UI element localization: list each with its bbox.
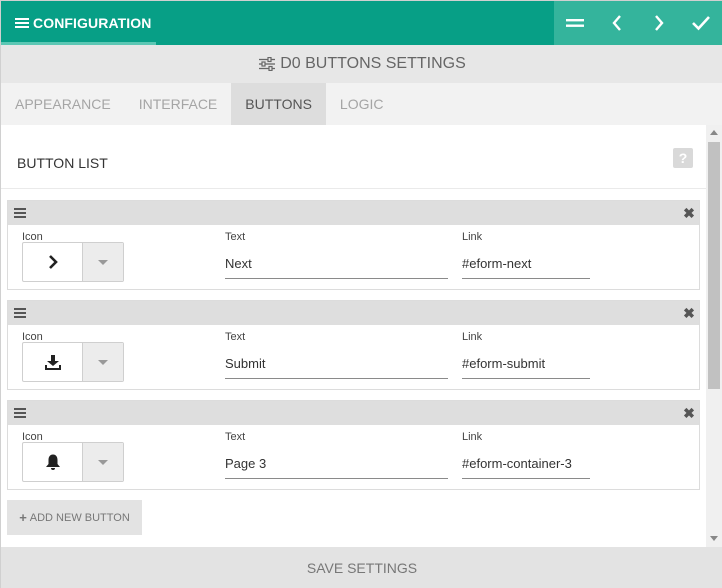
tab-buttons[interactable]: BUTTONS	[231, 83, 326, 125]
tab-interface[interactable]: INTERFACE	[125, 83, 232, 125]
link-label: Link	[462, 331, 483, 343]
drag-handle-icon[interactable]	[14, 208, 26, 218]
button-item-bar	[8, 301, 699, 325]
remove-button[interactable]: ✖	[682, 406, 696, 420]
configuration-panel: CONFIGURATION D0 BUTTONS SETTINGS APPEAR…	[0, 0, 722, 588]
drag-handle-icon[interactable]	[14, 408, 26, 418]
sliders-icon	[258, 57, 276, 71]
help-icon[interactable]: ?	[673, 148, 693, 168]
plus-icon: +	[19, 510, 27, 525]
settings-header: D0 BUTTONS SETTINGS	[1, 45, 722, 83]
text-label: Text	[225, 231, 246, 243]
icon-dropdown-toggle[interactable]	[83, 443, 123, 481]
button-list-title: BUTTON LIST	[17, 155, 108, 171]
scrollbar-thumb[interactable]	[708, 142, 720, 389]
button-text-input[interactable]	[225, 349, 448, 379]
chevron-right-icon	[655, 15, 664, 31]
icon-dropdown-toggle[interactable]	[83, 343, 123, 381]
icon-select[interactable]	[22, 242, 124, 282]
next-button[interactable]	[638, 1, 680, 45]
save-settings-button[interactable]: SAVE SETTINGS	[1, 547, 722, 588]
drag-handle-icon[interactable]	[14, 308, 26, 318]
check-icon	[692, 16, 710, 31]
button-item: ✖ Icon Text Link	[7, 400, 700, 490]
settings-tabs: APPEARANCE INTERFACE BUTTONS LOGIC	[1, 83, 722, 125]
button-item: ✖ Icon Text Link	[7, 300, 700, 390]
collapse-button[interactable]	[554, 1, 596, 45]
button-item: ✖ Icon Text Link	[7, 200, 700, 290]
selected-icon	[23, 443, 83, 481]
caret-down-icon	[98, 459, 108, 465]
button-list-header: BUTTON LIST ?	[1, 125, 706, 189]
chevron-right-icon	[48, 255, 58, 269]
button-text-input[interactable]	[225, 249, 448, 279]
text-label: Text	[225, 331, 246, 343]
tab-logic[interactable]: LOGIC	[326, 83, 398, 125]
scrollbar[interactable]	[706, 125, 722, 547]
selected-icon	[23, 343, 83, 381]
button-link-input[interactable]	[462, 249, 590, 279]
remove-button[interactable]: ✖	[682, 206, 696, 220]
buttons-content: BUTTON LIST ? ✖ Icon Text Link ✖	[1, 125, 706, 547]
remove-button[interactable]: ✖	[682, 306, 696, 320]
caret-down-icon	[98, 359, 108, 365]
confirm-button[interactable]	[680, 1, 722, 45]
selected-icon	[23, 243, 83, 281]
toolbar	[554, 1, 722, 45]
chevron-left-icon	[612, 15, 621, 31]
tab-appearance[interactable]: APPEARANCE	[1, 83, 125, 125]
collapse-icon	[566, 19, 584, 27]
previous-button[interactable]	[596, 1, 638, 45]
list-icon	[15, 17, 29, 29]
button-link-input[interactable]	[462, 449, 590, 479]
top-bar: CONFIGURATION	[1, 1, 722, 45]
scroll-down-icon[interactable]	[710, 536, 718, 541]
scroll-up-icon[interactable]	[710, 130, 718, 135]
download-icon	[44, 354, 61, 370]
configuration-tab[interactable]: CONFIGURATION	[1, 1, 156, 45]
button-item-bar	[8, 401, 699, 425]
add-new-button-label: ADD NEW BUTTON	[29, 511, 130, 524]
configuration-title: CONFIGURATION	[33, 15, 152, 31]
link-label: Link	[462, 431, 483, 443]
bell-icon	[45, 454, 60, 470]
button-item-bar	[8, 201, 699, 225]
button-text-input[interactable]	[225, 449, 448, 479]
settings-title: D0 BUTTONS SETTINGS	[280, 55, 466, 72]
text-label: Text	[225, 431, 246, 443]
icon-select[interactable]	[22, 342, 124, 382]
button-link-input[interactable]	[462, 349, 590, 379]
caret-down-icon	[98, 259, 108, 265]
icon-select[interactable]	[22, 442, 124, 482]
add-new-button[interactable]: + ADD NEW BUTTON	[7, 500, 142, 535]
icon-dropdown-toggle[interactable]	[83, 243, 123, 281]
link-label: Link	[462, 231, 483, 243]
